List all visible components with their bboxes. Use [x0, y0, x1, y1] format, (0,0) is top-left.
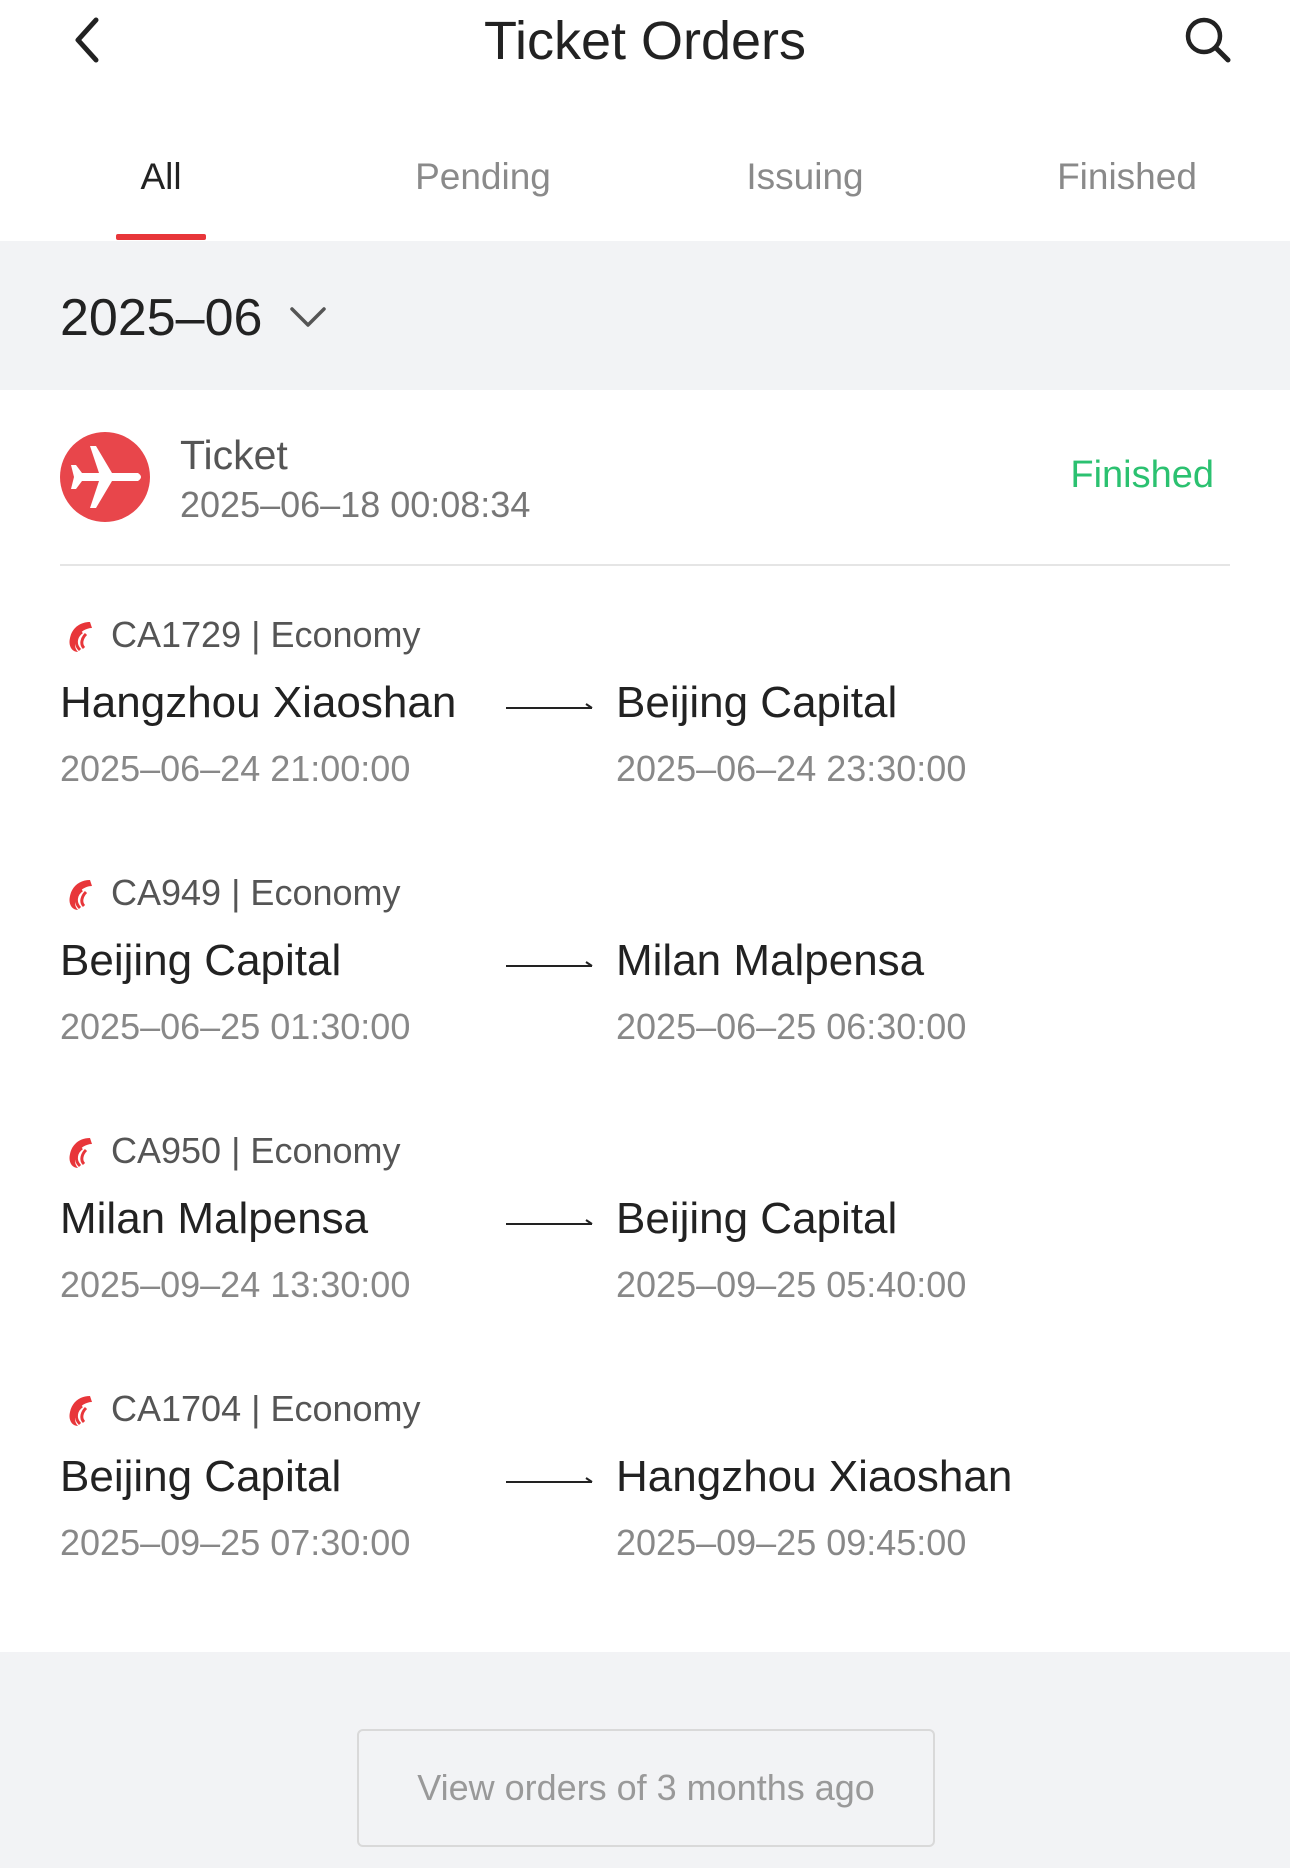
tab-finished[interactable]: Finished — [987, 156, 1267, 198]
chevron-down-icon — [290, 307, 326, 327]
arrival-time: 2025–06–24 23:30:00 — [616, 748, 967, 789]
airplane-icon — [60, 432, 150, 522]
order-card[interactable]: Ticket 2025–06–18 00:08:34 Finished CA17… — [0, 390, 1290, 1652]
status-tabs: All Pending Issuing Finished — [0, 100, 1290, 241]
arrival-airport: Beijing Capital — [616, 1194, 898, 1243]
flight-info: CA949 | Economy — [111, 872, 401, 913]
departure-time: 2025–09–25 07:30:00 — [60, 1522, 411, 1563]
arrival-airport: Beijing Capital — [616, 678, 898, 727]
departure-airport: Beijing Capital — [60, 1452, 342, 1501]
order-type: Ticket — [180, 432, 288, 478]
flight-info: CA1704 | Economy — [111, 1388, 421, 1429]
view-older-orders-button[interactable]: View orders of 3 months ago — [357, 1729, 935, 1847]
arrow-right-icon — [506, 961, 593, 967]
departure-time: 2025–06–25 01:30:00 — [60, 1006, 411, 1047]
arrow-right-icon — [506, 1219, 593, 1225]
departure-time: 2025–06–24 21:00:00 — [60, 748, 411, 789]
flight-segment: CA949 | Economy Beijing Capital Milan Ma… — [0, 854, 1290, 1094]
departure-time: 2025–09–24 13:30:00 — [60, 1264, 411, 1305]
airline-logo-icon — [69, 1396, 92, 1426]
flight-info: CA950 | Economy — [111, 1130, 401, 1171]
departure-airport: Hangzhou Xiaoshan — [60, 678, 457, 727]
tab-pending[interactable]: Pending — [343, 156, 623, 198]
flight-info: CA1729 | Economy — [111, 614, 421, 655]
departure-airport: Beijing Capital — [60, 936, 342, 985]
status-badge: Finished — [1070, 454, 1214, 496]
arrival-airport: Hangzhou Xiaoshan — [616, 1452, 1013, 1501]
airline-logo-icon — [69, 1138, 92, 1168]
order-created-time: 2025–06–18 00:08:34 — [180, 484, 531, 525]
flight-segment: CA1704 | Economy Beijing Capital Hangzho… — [0, 1370, 1290, 1610]
arrival-time: 2025–06–25 06:30:00 — [616, 1006, 967, 1047]
divider — [60, 564, 1230, 566]
flight-segment: CA950 | Economy Milan Malpensa Beijing C… — [0, 1112, 1290, 1352]
tab-issuing[interactable]: Issuing — [665, 156, 945, 198]
search-icon — [1185, 17, 1231, 63]
arrow-right-icon — [506, 703, 593, 709]
page-title: Ticket Orders — [483, 11, 807, 71]
airline-logo-icon — [69, 880, 92, 910]
top-bar: Ticket Orders — [0, 0, 1290, 100]
tab-all[interactable]: All — [21, 156, 301, 198]
active-tab-indicator — [116, 234, 206, 240]
arrival-airport: Milan Malpensa — [616, 936, 925, 985]
month-label: 2025–06 — [60, 289, 263, 347]
departure-airport: Milan Malpensa — [60, 1194, 369, 1243]
arrival-time: 2025–09–25 09:45:00 — [616, 1522, 967, 1563]
airline-logo-icon — [69, 622, 92, 652]
month-filter[interactable]: 2025–06 — [0, 241, 1290, 390]
search-button[interactable] — [1180, 12, 1236, 68]
arrival-time: 2025–09–25 05:40:00 — [616, 1264, 967, 1305]
arrow-right-icon — [506, 1477, 593, 1483]
flight-segment: CA1729 | Economy Hangzhou Xiaoshan Beiji… — [0, 596, 1290, 836]
